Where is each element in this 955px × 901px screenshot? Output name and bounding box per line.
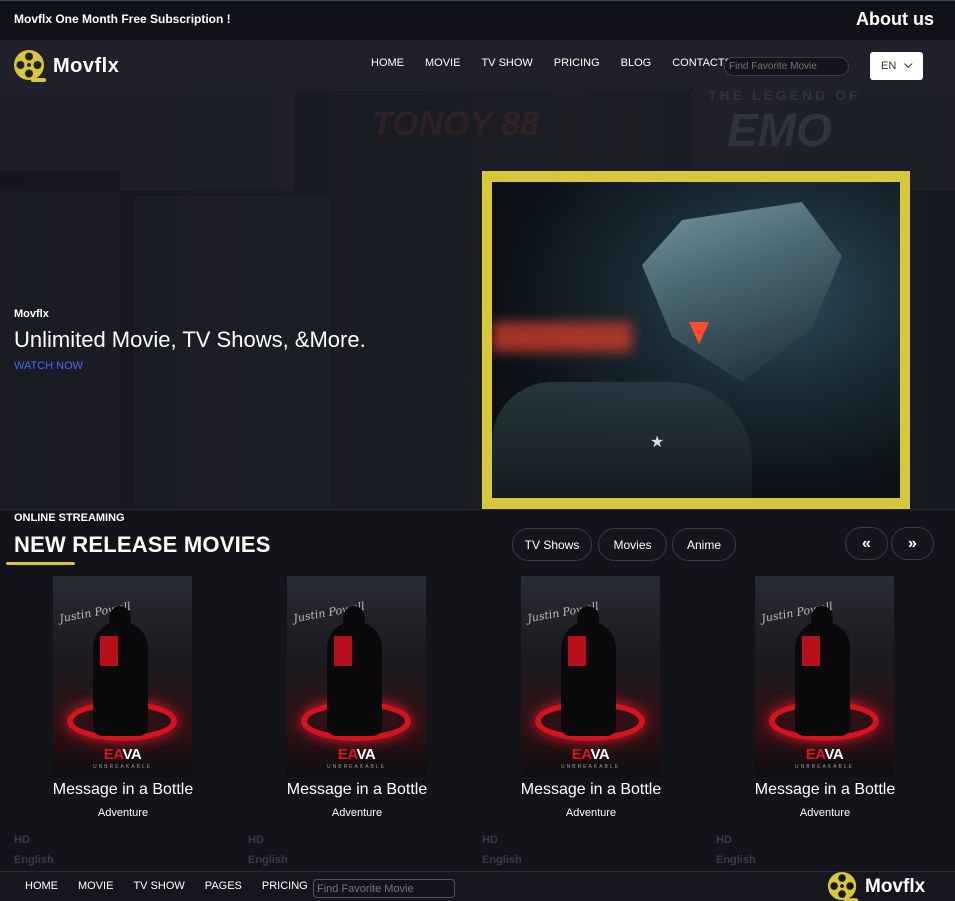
hero-headline: Unlimited Movie, TV Shows, &More. [14, 327, 366, 352]
movie-language: English [14, 854, 54, 866]
section-eyebrow: ONLINE STREAMING [14, 512, 125, 524]
footer-logo-text: Movflx [865, 876, 926, 897]
footer-tv-show[interactable]: TV SHOW [133, 880, 184, 892]
bg-poster [0, 91, 120, 171]
movie-title[interactable]: Message in a Bottle [702, 781, 948, 799]
footer-pages[interactable]: PAGES [205, 880, 242, 892]
bg-poster [120, 91, 295, 191]
next-arrow-button[interactable]: » [891, 527, 934, 560]
movie-language: English [248, 854, 288, 866]
movie-genre: Adventure [97, 807, 149, 819]
footer-movie[interactable]: MOVIE [78, 880, 113, 892]
movie-poster[interactable]: Justin Powell EAVA UNBREAKABLE [287, 576, 426, 777]
movie-language: English [482, 854, 522, 866]
filter-tv-shows[interactable]: TV Shows [512, 528, 592, 561]
promo-text: Movflx One Month Free Subscription ! [14, 12, 231, 26]
hero-kicker: Movflx [14, 308, 49, 320]
nav-pricing[interactable]: PRICING [554, 57, 600, 69]
movie-quality: HD [248, 834, 264, 846]
new-release-section: ONLINE STREAMING NEW RELEASE MOVIES TV S… [0, 509, 955, 871]
movie-quality: HD [14, 834, 30, 846]
footer-logo[interactable]: Movflx [827, 871, 926, 901]
nav-home[interactable]: HOME [371, 57, 404, 69]
section-title: NEW RELEASE MOVIES [14, 532, 271, 557]
nav-contacts[interactable]: CONTACTS [672, 57, 732, 69]
movie-quality: HD [716, 834, 732, 846]
nav-menu: HOME MOVIE TV SHOW PRICING BLOG CONTACTS [362, 57, 753, 69]
hero-image-frame: ★ [482, 171, 910, 509]
movie-title[interactable]: Message in a Bottle [468, 781, 714, 799]
chevron-down-icon [904, 59, 913, 69]
hero-image: ★ [492, 182, 900, 498]
logo[interactable]: Movflx [13, 49, 119, 83]
movie-quality: HD [482, 834, 498, 846]
nav-movie[interactable]: MOVIE [425, 57, 460, 69]
movie-genre: Adventure [799, 807, 851, 819]
film-reel-icon [14, 50, 46, 82]
movie-title[interactable]: Message in a Bottle [234, 781, 480, 799]
nav-blog[interactable]: BLOG [621, 57, 652, 69]
bg-poster-title: TONOY 88 [372, 105, 539, 143]
filter-anime[interactable]: Anime [672, 528, 736, 561]
about-us-link[interactable]: About us [856, 9, 934, 30]
footer-home[interactable]: HOME [25, 880, 58, 892]
bg-poster-title: THE LEGEND OF [708, 91, 861, 103]
logo-text: Movflx [53, 54, 120, 77]
language-select[interactable]: EN [870, 52, 923, 80]
footer-pricing[interactable]: PRICING [262, 880, 308, 892]
movie-title[interactable]: Message in a Bottle [0, 781, 246, 799]
movie-genre: Adventure [331, 807, 383, 819]
movie-poster[interactable]: Justin Powell EAVA UNBREAKABLE [53, 576, 192, 777]
movie-language: English [716, 854, 756, 866]
top-bar: Movflx One Month Free Subscription ! Abo… [0, 0, 955, 40]
title-underline [6, 562, 75, 565]
movie-poster[interactable]: Justin Powell EAVA UNBREAKABLE [521, 576, 660, 777]
prev-arrow-button[interactable]: « [845, 527, 888, 560]
search-input[interactable] [724, 57, 849, 76]
nav-tv-show[interactable]: TV SHOW [481, 57, 532, 69]
filter-movies[interactable]: Movies [598, 528, 667, 561]
watch-now-link[interactable]: WATCH NOW [14, 360, 83, 372]
hero-banner: TONOY 88 THE LEGEND OF EMO Movflx Unlimi… [0, 91, 955, 509]
footer-bar: HOME MOVIE TV SHOW PAGES PRICING Movflx [0, 871, 955, 901]
movie-genre: Adventure [565, 807, 617, 819]
footer-search-input[interactable] [313, 879, 455, 898]
bg-poster-title: EMO [727, 104, 832, 156]
film-reel-icon [827, 871, 859, 901]
language-value: EN [881, 60, 897, 72]
movie-poster[interactable]: Justin Powell EAVA UNBREAKABLE [755, 576, 894, 777]
footer-menu: HOME MOVIE TV SHOW PAGES PRICING [25, 880, 328, 892]
